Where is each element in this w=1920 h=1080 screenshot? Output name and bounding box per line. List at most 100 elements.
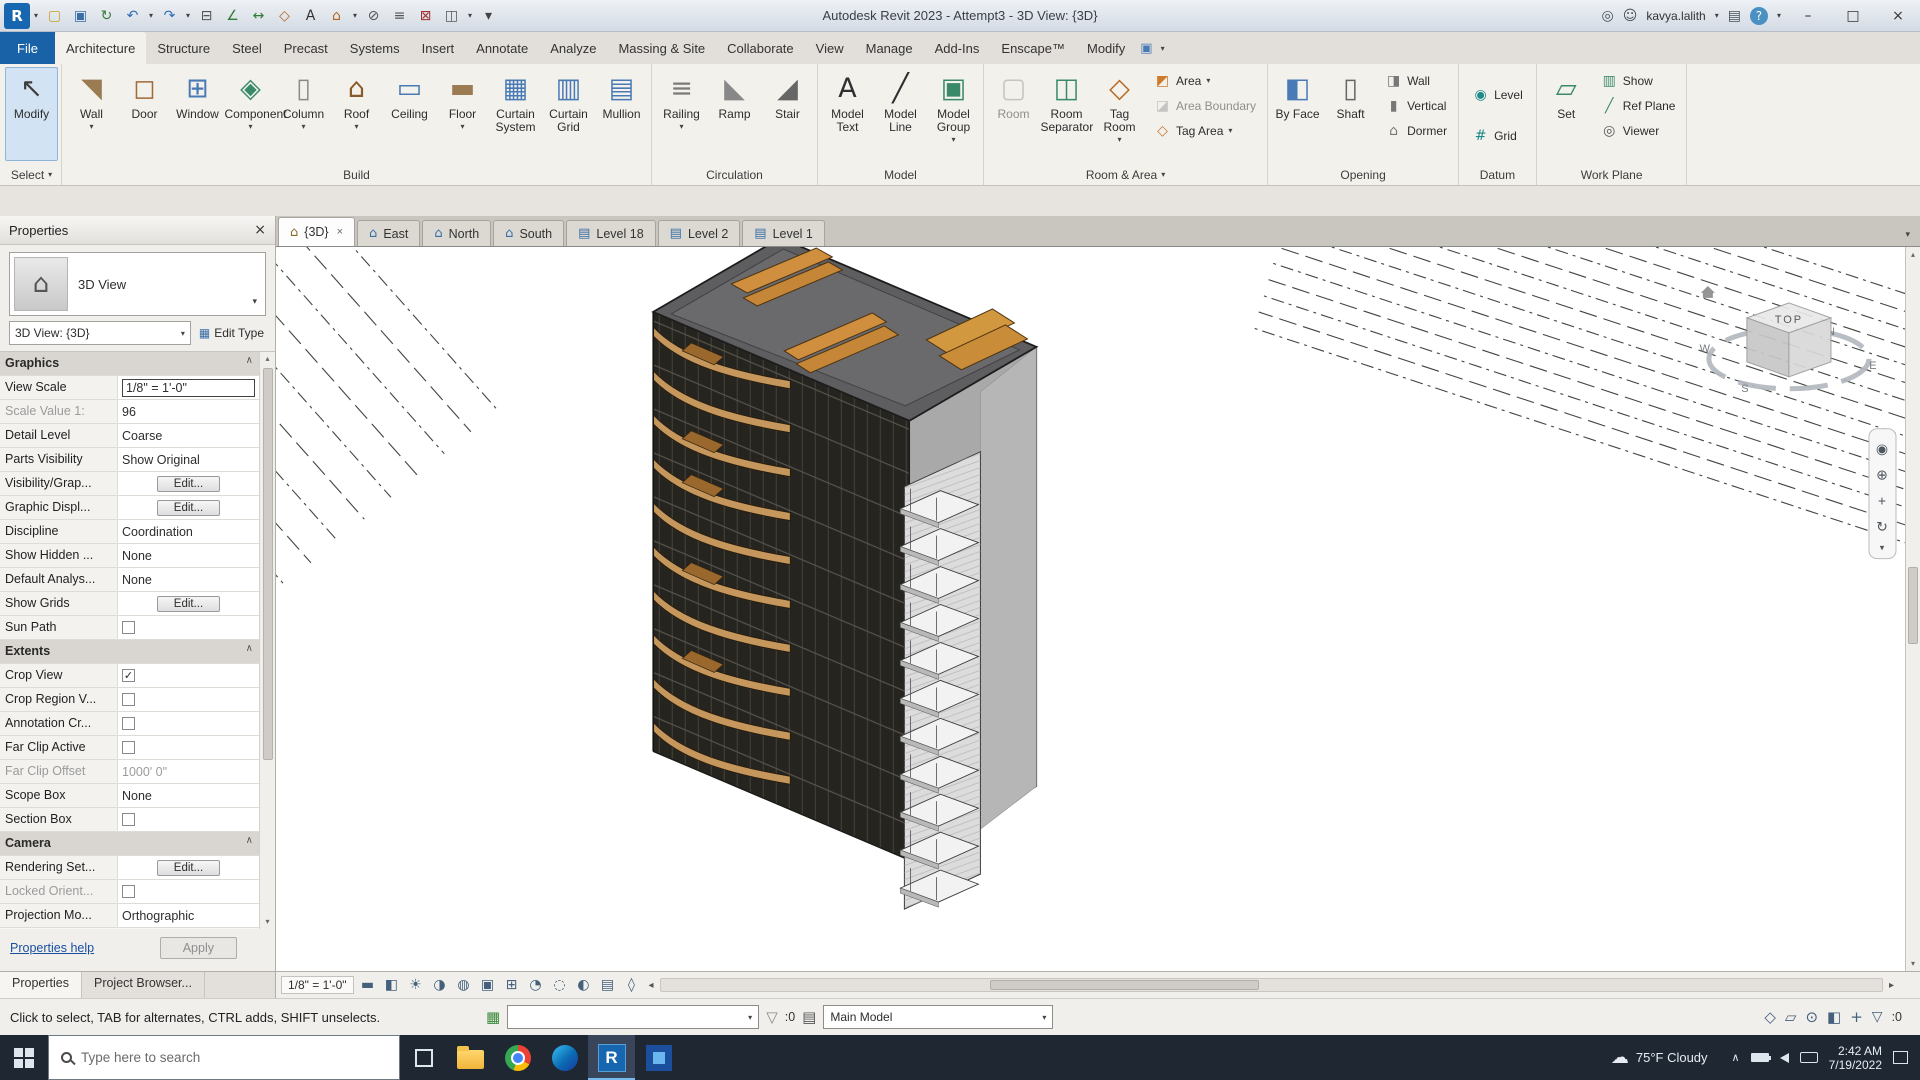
signed-in-user[interactable]: kavya.lalith xyxy=(1646,9,1705,23)
weather-widget[interactable]: ☁ 75°F Cloudy xyxy=(1599,1035,1720,1080)
ribbon-button[interactable]: ◢ Stair ▾ xyxy=(761,67,814,161)
property-row[interactable]: Locked Orient... ∧ xyxy=(0,880,259,904)
ribbon-button[interactable]: ≡ Railing ▾ xyxy=(655,67,708,161)
property-row[interactable]: Sun Path ∧ xyxy=(0,616,259,640)
ribbon-button[interactable]: ◻ Door ▾ xyxy=(118,67,171,161)
ribbon-button[interactable]: A Model Text ▾ xyxy=(821,67,874,161)
ribbon-button[interactable]: ▭ Ceiling ▾ xyxy=(383,67,436,161)
property-row[interactable]: Parts Visibility Show Original Show Orig… xyxy=(0,448,259,472)
close-icon[interactable]: × xyxy=(1880,1,1916,31)
ribbon-button[interactable]: ◎ Viewer ▾ xyxy=(1595,119,1682,142)
maximize-icon[interactable]: □ xyxy=(1835,1,1871,31)
ribbon-button[interactable]: ◥ Wall ▾ xyxy=(65,67,118,161)
model-canvas[interactable]: N E S W TOP ◉ ⊕ + xyxy=(276,247,1905,971)
clock[interactable]: 2:42 AM 7/19/2022 xyxy=(1829,1044,1882,1072)
navigation-bar[interactable]: ◉ ⊕ + ↻ ▾ xyxy=(1869,429,1896,559)
compass-south[interactable]: S xyxy=(1741,383,1748,395)
property-row[interactable]: Rendering Set... Edit... Edit... ∧ xyxy=(0,856,259,880)
caret-down-icon[interactable]: ▾ xyxy=(1157,32,1169,64)
reference-lines-right[interactable] xyxy=(916,247,1905,580)
ribbon-tab[interactable]: Add-Ins xyxy=(924,32,991,64)
design-options-icon[interactable]: ▦ xyxy=(486,1008,500,1026)
view-tab[interactable]: ⌂ North xyxy=(422,220,491,246)
property-row[interactable]: Detail Level Coarse Coarse ∧ xyxy=(0,424,259,448)
user-icon[interactable]: ☺ xyxy=(1623,8,1638,24)
reveal-hidden-icon[interactable]: ◌ xyxy=(549,977,571,993)
filter-icon[interactable]: ▽ xyxy=(1872,1009,1883,1025)
ribbon-button[interactable]: ▤ Mullion ▾ xyxy=(595,67,648,161)
ribbon-button[interactable]: ◈ Component ▾ xyxy=(224,67,277,161)
ribbon-button[interactable]: ◉ Level ▾ xyxy=(1466,83,1529,106)
apply-button[interactable]: Apply xyxy=(160,937,237,959)
visual-style-icon[interactable]: ◧ xyxy=(381,977,403,993)
caret-down-icon[interactable]: ▾ xyxy=(31,4,41,28)
ribbon-button[interactable]: ▬ Floor ▾ xyxy=(436,67,489,161)
ribbon-tab[interactable]: Massing & Site xyxy=(607,32,716,64)
compass-west[interactable]: W xyxy=(1700,343,1711,355)
ribbon-tab[interactable]: Collaborate xyxy=(716,32,805,64)
temporary-view-icon[interactable]: ▤ xyxy=(597,977,619,993)
volume-icon[interactable] xyxy=(1780,1053,1789,1063)
navigation-wheel-icon[interactable]: ◉ xyxy=(1876,441,1888,457)
minimize-icon[interactable]: – xyxy=(1790,1,1826,31)
ribbon-button[interactable]: ⌂ Dormer ▾ xyxy=(1379,119,1453,142)
caret-down-icon[interactable]: ▾ xyxy=(465,4,475,28)
ribbon-display-icon[interactable]: ▣ xyxy=(1136,32,1156,64)
selection-filter-icon[interactable]: ▽ xyxy=(766,1008,778,1026)
design-options-select[interactable]: ▾ xyxy=(507,1005,759,1029)
property-row[interactable]: Visibility/Grap... Edit... Edit... ∧ xyxy=(0,472,259,496)
crop-view-icon[interactable]: ▣ xyxy=(477,977,499,993)
ribbon-button[interactable]: ◇ Tag Area ▾ xyxy=(1148,119,1262,142)
checkbox[interactable] xyxy=(122,813,135,826)
scroll-down-icon[interactable]: ▾ xyxy=(1911,956,1915,971)
worksharing-display-icon[interactable]: ◐ xyxy=(573,977,595,993)
ribbon-tab[interactable]: Structure xyxy=(146,32,221,64)
scroll-down-icon[interactable]: ▾ xyxy=(265,915,269,929)
undo-icon[interactable]: ↶ xyxy=(120,4,145,28)
checkbox[interactable] xyxy=(122,741,135,754)
scroll-up-icon[interactable]: ▴ xyxy=(1911,247,1915,262)
touch-keyboard-icon[interactable] xyxy=(1800,1052,1818,1063)
ribbon-tab[interactable]: Analyze xyxy=(539,32,607,64)
viewcube-top-face[interactable]: TOP xyxy=(1775,314,1803,326)
displacement-icon[interactable]: ◊ xyxy=(621,977,643,993)
start-button[interactable] xyxy=(0,1035,48,1080)
caret-down-icon[interactable]: ▾ xyxy=(146,4,156,28)
type-selector[interactable]: ⌂ 3D View ▾ xyxy=(9,252,266,316)
navbar-options-icon[interactable]: ▾ xyxy=(1880,543,1885,553)
pan-icon[interactable]: + xyxy=(1878,493,1886,509)
ribbon-tab[interactable]: Insert xyxy=(411,32,466,64)
revit-taskbar-button[interactable]: R xyxy=(588,1035,635,1080)
view-tab[interactable]: ⌂ {3D} × xyxy=(278,217,355,246)
task-view-button[interactable] xyxy=(400,1035,447,1080)
ribbon-button[interactable]: # Grid ▾ xyxy=(1466,124,1529,147)
property-row[interactable]: Show Hidden ... None None ∧ xyxy=(0,544,259,568)
property-row[interactable]: Crop View ∧ xyxy=(0,664,259,688)
customize-qat-icon[interactable]: ▾ xyxy=(476,4,501,28)
palette-tab[interactable]: Properties xyxy=(0,972,82,998)
print-icon[interactable]: ⊟ xyxy=(194,4,219,28)
panel-label[interactable]: Select ▾ xyxy=(2,164,61,185)
ribbon-button[interactable]: ╱ Model Line ▾ xyxy=(874,67,927,161)
view-tab[interactable]: ⌂ South xyxy=(493,220,564,246)
palette-tab[interactable]: Project Browser... xyxy=(82,972,205,998)
scroll-up-icon[interactable]: ▴ xyxy=(265,352,269,366)
edit-type-button[interactable]: ▦ Edit Type xyxy=(197,326,266,340)
ribbon-button[interactable]: ▮ Vertical ▾ xyxy=(1379,94,1453,117)
panel-label[interactable]: Model ▾ xyxy=(818,164,983,185)
ribbon-button[interactable]: ◫ Room Separator ▾ xyxy=(1040,67,1093,161)
checkbox[interactable] xyxy=(122,693,135,706)
default-3d-view-icon[interactable]: ⌂ xyxy=(324,4,349,28)
ribbon-button[interactable]: ▦ Curtain System ▾ xyxy=(489,67,542,161)
ribbon-button[interactable]: ▯ Column ▾ xyxy=(277,67,330,161)
workset-select[interactable]: Main Model ▾ xyxy=(823,1005,1053,1029)
property-row[interactable]: Extents ∧ xyxy=(0,640,259,664)
edit-button[interactable]: Edit... xyxy=(157,596,220,612)
ribbon-button[interactable]: ⌂ Roof ▾ xyxy=(330,67,383,161)
ribbon-button[interactable]: ▱ Set ▾ xyxy=(1540,67,1593,161)
ribbon-button[interactable]: ◇ Tag Room ▾ xyxy=(1093,67,1146,161)
shadows-icon[interactable]: ◑ xyxy=(429,977,451,993)
scroll-right-icon[interactable]: ▸ xyxy=(1886,980,1897,991)
chrome-button[interactable] xyxy=(494,1035,541,1080)
blue-app-button[interactable] xyxy=(635,1035,682,1080)
